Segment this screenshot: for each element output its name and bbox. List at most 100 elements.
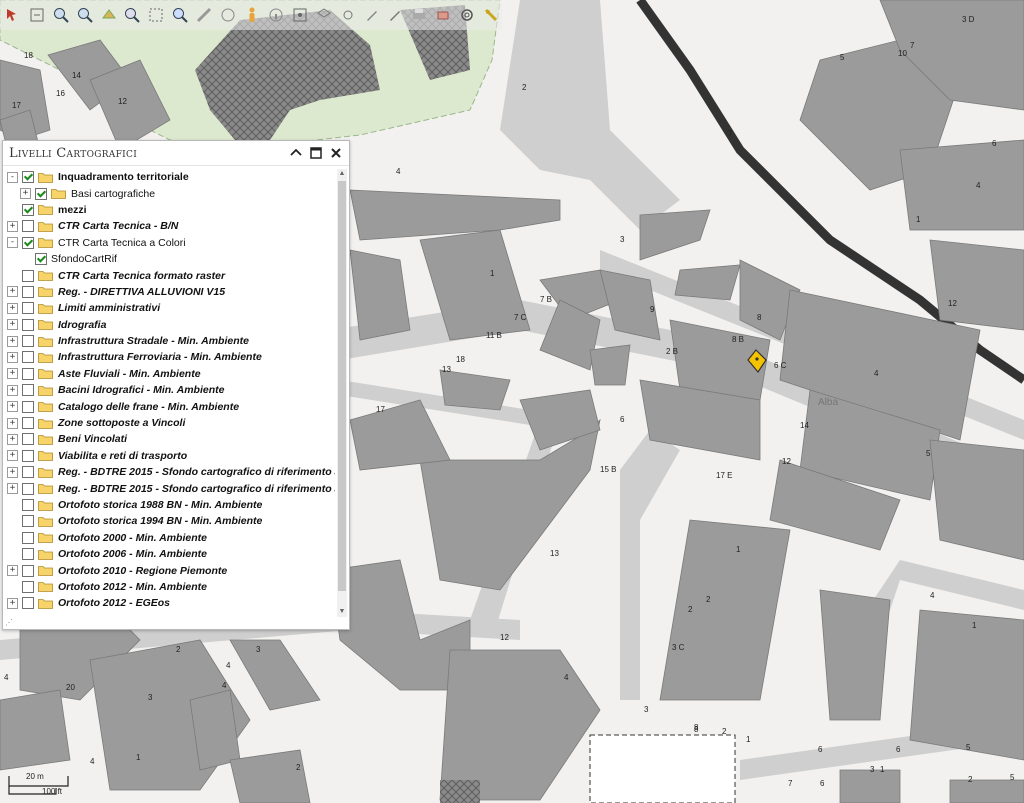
expand-icon[interactable]: +: [20, 188, 31, 200]
layer-row[interactable]: - CTR Carta Tecnica a Colori: [7, 235, 335, 251]
expand-icon[interactable]: +: [7, 401, 18, 413]
layer-row[interactable]: Ortofoto 2012 - Min. Ambiente: [7, 579, 335, 595]
layer-checkbox[interactable]: [22, 548, 34, 561]
layer-checkbox[interactable]: [22, 597, 34, 610]
layer-checkbox[interactable]: [22, 449, 34, 462]
layer-checkbox[interactable]: [22, 285, 34, 298]
expand-icon[interactable]: +: [7, 319, 18, 331]
expand-icon[interactable]: +: [7, 466, 18, 478]
layer-row[interactable]: + Bacini Idrografici - Min. Ambiente: [7, 382, 335, 398]
expand-icon[interactable]: +: [7, 302, 18, 314]
layer-row[interactable]: + Beni Vincolati: [7, 431, 335, 447]
layer-row[interactable]: + CTR Carta Tecnica - B/N: [7, 218, 335, 234]
layer-checkbox[interactable]: [22, 417, 34, 430]
expand-icon[interactable]: +: [7, 597, 18, 609]
layer-row[interactable]: + Viabilita e reti di trasporto: [7, 448, 335, 464]
expand-icon[interactable]: +: [7, 368, 18, 380]
draw-button[interactable]: [361, 4, 383, 26]
layer-row[interactable]: + Basi cartografiche: [7, 185, 335, 201]
layer-row[interactable]: + Idrografia: [7, 317, 335, 333]
layer-checkbox[interactable]: [22, 400, 34, 413]
scroll-up-icon[interactable]: ▲: [337, 169, 347, 179]
expand-icon[interactable]: +: [7, 286, 18, 298]
layer-checkbox[interactable]: [22, 499, 34, 511]
layer-row[interactable]: Ortofoto 2000 - Min. Ambiente: [7, 530, 335, 546]
layer-row[interactable]: + Reg. - BDTRE 2015 - Sfondo cartografico…: [7, 480, 335, 496]
expand-icon[interactable]: +: [7, 220, 18, 232]
layer-checkbox[interactable]: [22, 531, 34, 544]
layer-checkbox[interactable]: [22, 580, 34, 593]
layer-checkbox[interactable]: [22, 367, 34, 380]
layer-checkbox[interactable]: [22, 171, 34, 184]
layer-row[interactable]: Ortofoto 2006 - Min. Ambiente: [7, 546, 335, 562]
layer-row[interactable]: + Limiti amministrativi: [7, 300, 335, 316]
zoom-out-button[interactable]: [74, 4, 96, 26]
layer-row[interactable]: - Inquadramento territoriale: [7, 169, 335, 185]
layer-row[interactable]: + Infrastruttura Ferroviaria - Min. Ambie…: [7, 349, 335, 365]
layer-row[interactable]: + Catalogo delle frane - Min. Ambiente: [7, 398, 335, 414]
expand-icon[interactable]: +: [7, 565, 18, 577]
layer-checkbox[interactable]: [22, 564, 34, 577]
measure-button[interactable]: [193, 4, 215, 26]
layer-checkbox[interactable]: [22, 466, 34, 479]
pan-tool-button[interactable]: [26, 4, 48, 26]
street-view-button[interactable]: [241, 4, 263, 26]
layer-checkbox[interactable]: [22, 236, 34, 249]
expand-icon[interactable]: +: [7, 417, 18, 429]
layer-row[interactable]: + Infrastruttura Stradale - Min. Ambiente: [7, 333, 335, 349]
expand-icon[interactable]: +: [7, 335, 18, 347]
collapse-icon[interactable]: -: [7, 237, 18, 249]
layer-row[interactable]: CTR Carta Tecnica formato raster: [7, 267, 335, 283]
zoom-box-button[interactable]: [145, 4, 167, 26]
layer-checkbox[interactable]: [35, 253, 47, 266]
erase-button[interactable]: [432, 4, 454, 26]
gps-button[interactable]: [480, 4, 502, 26]
zoom-extent-button[interactable]: [122, 4, 144, 26]
print-button[interactable]: [408, 4, 430, 26]
layer-row[interactable]: + Ortofoto 2010 - Regione Piemonte: [7, 562, 335, 578]
layer-row[interactable]: Ortofoto storica 1994 BN - Min. Ambiente: [7, 513, 335, 529]
layer-checkbox[interactable]: [22, 302, 34, 315]
info-button[interactable]: [265, 4, 287, 26]
minimize-button[interactable]: [289, 146, 303, 160]
expand-icon[interactable]: +: [7, 483, 18, 495]
zoom-previous-button[interactable]: [98, 4, 120, 26]
layer-checkbox[interactable]: [22, 335, 34, 348]
resize-handle-icon[interactable]: ⋰: [5, 618, 13, 627]
expand-icon[interactable]: +: [7, 433, 18, 445]
layer-checkbox[interactable]: [22, 220, 34, 233]
layer-checkbox[interactable]: [22, 433, 34, 446]
layer-checkbox[interactable]: [22, 351, 34, 364]
layer-checkbox[interactable]: [22, 384, 34, 397]
layer-row[interactable]: mezzi: [7, 202, 335, 218]
layer-checkbox[interactable]: [22, 269, 34, 282]
layer-checkbox[interactable]: [22, 203, 34, 216]
close-button[interactable]: [329, 146, 343, 160]
select-tool-button[interactable]: [2, 4, 24, 26]
layer-row[interactable]: + Aste Fluviali - Min. Ambiente: [7, 366, 335, 382]
layer-row[interactable]: SfondoCartRif: [7, 251, 335, 267]
collapse-icon[interactable]: -: [7, 171, 18, 183]
scrollbar-thumb[interactable]: [338, 181, 346, 591]
maximize-button[interactable]: [309, 146, 323, 160]
layer-row[interactable]: + Ortofoto 2012 - EGEos: [7, 595, 335, 611]
expand-icon[interactable]: +: [7, 450, 18, 462]
layer-checkbox[interactable]: [22, 318, 34, 331]
layer-checkbox[interactable]: [22, 515, 34, 528]
scroll-down-icon[interactable]: ▼: [337, 607, 347, 617]
layer-tree-scrollbar[interactable]: ▲ ▼: [337, 169, 347, 617]
globe-button[interactable]: [217, 4, 239, 26]
fullscreen-button[interactable]: [289, 4, 311, 26]
layer-row[interactable]: + Reg. - DIRETTIVA ALLUVIONI V15: [7, 284, 335, 300]
expand-icon[interactable]: +: [7, 384, 18, 396]
layers-button[interactable]: [313, 4, 335, 26]
zoom-in-button[interactable]: [50, 4, 72, 26]
link-button[interactable]: [456, 4, 478, 26]
layer-row[interactable]: + Zone sottoposte a Vincoli: [7, 415, 335, 431]
settings-button[interactable]: [337, 4, 359, 26]
layer-checkbox[interactable]: [35, 187, 47, 200]
expand-icon[interactable]: +: [7, 351, 18, 363]
identify-button[interactable]: [169, 4, 191, 26]
edit-button[interactable]: [385, 4, 407, 26]
layer-row[interactable]: + Reg. - BDTRE 2015 - Sfondo cartografico…: [7, 464, 335, 480]
